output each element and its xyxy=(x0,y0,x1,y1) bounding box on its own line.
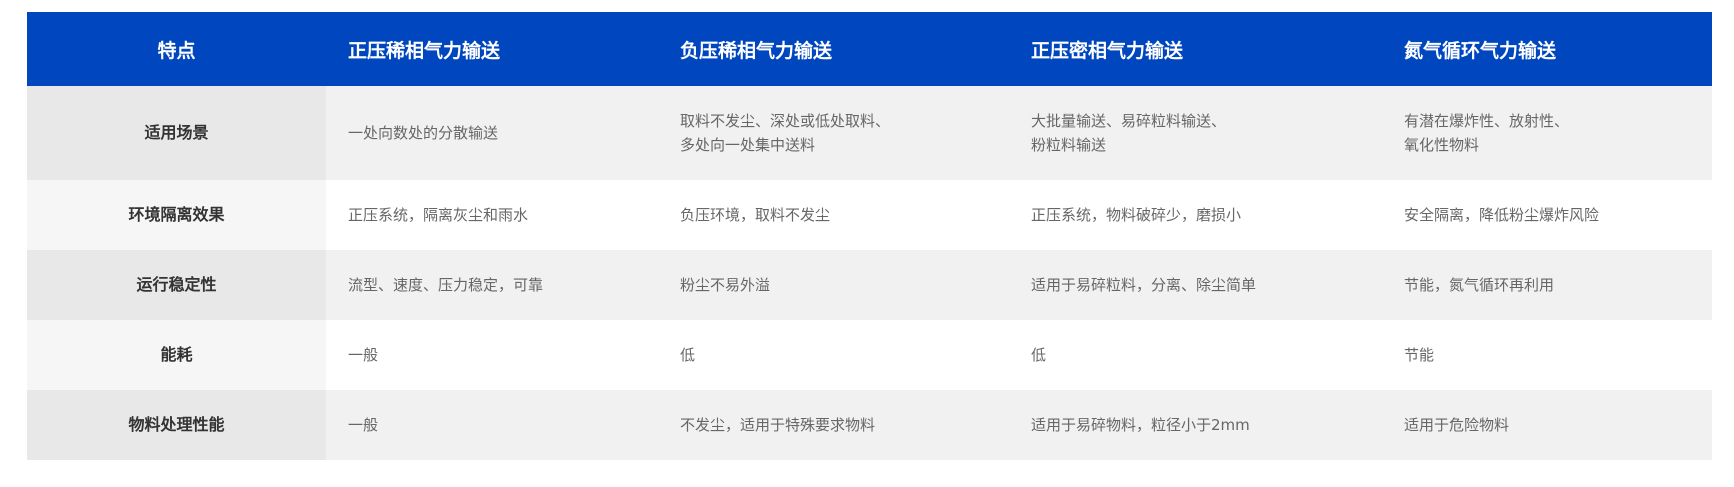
table-cell: 粉尘不易外溢 xyxy=(658,250,1009,320)
header-feature: 特点 xyxy=(157,39,196,62)
table-cell: 一般 xyxy=(326,390,658,460)
header-positive-dilute: 正压稀相气力输送 xyxy=(348,39,501,62)
table-cell: 流型、速度、压力稳定，可靠 xyxy=(326,250,658,320)
comparison-table-container: 特点 正压稀相气力输送 负压稀相气力输送 正压密相气力输送 氮气循环气力输送 适… xyxy=(27,12,1712,460)
table-cell: 低 xyxy=(1009,320,1382,390)
table-cell: 节能，氮气循环再利用 xyxy=(1382,250,1712,320)
table-row: 物料处理性能 一般 不发尘，适用于特殊要求物料 适用于易碎物料，粒径小于2mm … xyxy=(27,390,1712,460)
table-cell: 适用于易碎粒料，分离、除尘简单 xyxy=(1009,250,1382,320)
header-negative-dilute: 负压稀相气力输送 xyxy=(680,39,833,62)
table-cell: 一处向数处的分散输送 xyxy=(326,86,658,180)
table-cell: 正压系统，隔离灰尘和雨水 xyxy=(326,180,658,250)
table-cell: 节能 xyxy=(1382,320,1712,390)
table-cell: 不发尘，适用于特殊要求物料 xyxy=(658,390,1009,460)
row-label: 能耗 xyxy=(27,320,326,390)
table-header: 特点 正压稀相气力输送 负压稀相气力输送 正压密相气力输送 氮气循环气力输送 xyxy=(27,12,1712,86)
row-label: 运行稳定性 xyxy=(27,250,326,320)
table-body: 适用场景 一处向数处的分散输送 取料不发尘、深处或低处取料、 多处向一处集中送料… xyxy=(27,86,1712,460)
table-cell: 大批量输送、易碎粒料输送、 粉粒料输送 xyxy=(1009,86,1382,180)
table-cell: 适用于危险物料 xyxy=(1382,390,1712,460)
table-cell: 有潜在爆炸性、放射性、 氧化性物料 xyxy=(1382,86,1712,180)
table-cell: 安全隔离，降低粉尘爆炸风险 xyxy=(1382,180,1712,250)
table-row: 环境隔离效果 正压系统，隔离灰尘和雨水 负压环境，取料不发尘 正压系统，物料破碎… xyxy=(27,180,1712,250)
table-cell: 适用于易碎物料，粒径小于2mm xyxy=(1009,390,1382,460)
table-row: 适用场景 一处向数处的分散输送 取料不发尘、深处或低处取料、 多处向一处集中送料… xyxy=(27,86,1712,180)
row-label: 环境隔离效果 xyxy=(27,180,326,250)
row-label: 适用场景 xyxy=(27,86,326,180)
comparison-table: 特点 正压稀相气力输送 负压稀相气力输送 正压密相气力输送 氮气循环气力输送 适… xyxy=(27,12,1712,460)
header-row: 特点 正压稀相气力输送 负压稀相气力输送 正压密相气力输送 氮气循环气力输送 xyxy=(27,12,1712,86)
table-cell: 正压系统，物料破碎少，磨损小 xyxy=(1009,180,1382,250)
table-row: 运行稳定性 流型、速度、压力稳定，可靠 粉尘不易外溢 适用于易碎粒料，分离、除尘… xyxy=(27,250,1712,320)
table-cell: 低 xyxy=(658,320,1009,390)
table-cell: 一般 xyxy=(326,320,658,390)
header-positive-dense: 正压密相气力输送 xyxy=(1031,39,1184,62)
table-cell: 取料不发尘、深处或低处取料、 多处向一处集中送料 xyxy=(658,86,1009,180)
table-row: 能耗 一般 低 低 节能 xyxy=(27,320,1712,390)
table-cell: 负压环境，取料不发尘 xyxy=(658,180,1009,250)
header-nitrogen-cycle: 氮气循环气力输送 xyxy=(1404,39,1557,62)
row-label: 物料处理性能 xyxy=(27,390,326,460)
